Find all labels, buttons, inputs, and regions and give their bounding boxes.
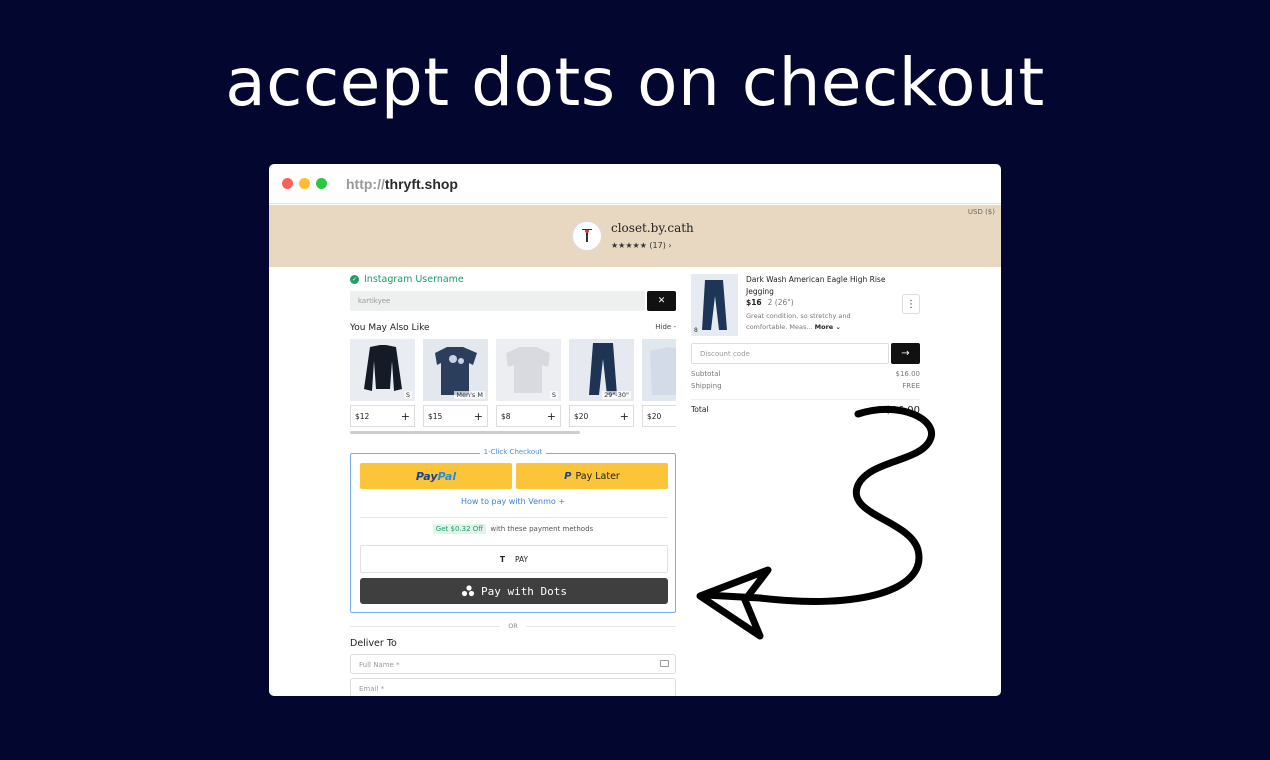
product-card[interactable]: S $12 +: [350, 339, 415, 427]
shop-banner: USD ($) closet.by.cath ★★★★★ (17) ›: [269, 205, 1001, 267]
size-tag: S: [549, 391, 558, 399]
instagram-row: kartikyee ✕: [350, 291, 676, 311]
product-image[interactable]: S: [350, 339, 415, 401]
close-icon[interactable]: ✕: [647, 291, 676, 311]
one-click-checkout: 1-Click Checkout PayPal P Pay Later How …: [350, 448, 676, 613]
also-like-heading: You May Also Like: [350, 323, 430, 333]
headline: accept dots on checkout: [225, 44, 1045, 121]
order-summary: 8 Dark Wash American Eagle High Rise Jeg…: [691, 274, 920, 416]
shop-logo-icon: [582, 229, 592, 242]
carousel-scrollbar[interactable]: [350, 431, 580, 434]
email-field[interactable]: Email *: [350, 678, 676, 696]
quantity-badge: 8: [694, 327, 698, 334]
product-card[interactable]: $20: [642, 339, 676, 427]
size-tag: Men's M: [454, 391, 485, 399]
one-click-legend: 1-Click Checkout: [351, 448, 675, 456]
pay-later-button[interactable]: P Pay Later: [516, 463, 668, 489]
shop-rating[interactable]: ★★★★★ (17) ›: [611, 241, 672, 250]
shop-avatar[interactable]: [572, 221, 602, 251]
cart-item-image[interactable]: 8: [691, 274, 738, 336]
paypal-row: PayPal P Pay Later: [360, 463, 668, 489]
maximize-window-icon[interactable]: [316, 178, 327, 189]
plus-icon[interactable]: +: [474, 410, 483, 423]
cart-item-price: $16 2 (26"): [746, 298, 794, 307]
browser-titlebar: http://thryft.shop: [269, 164, 1001, 204]
kebab-icon[interactable]: ⋮: [902, 294, 920, 314]
tpay-button[interactable]: T PAY: [360, 545, 668, 573]
close-window-icon[interactable]: [282, 178, 293, 189]
subtotal-row: Subtotal $16.00: [691, 370, 920, 378]
discount-line: Get $0.32 Off with these payment methods: [351, 524, 675, 534]
product-price: $15: [428, 411, 443, 421]
cart-item-description: Great condition, so stretchy and comfort…: [746, 312, 851, 331]
check-circle-icon: ✓: [350, 275, 359, 284]
product-image[interactable]: S: [496, 339, 561, 401]
instagram-label: ✓ Instagram Username: [350, 274, 464, 285]
price-row: $12 +: [350, 405, 415, 427]
total-row: Total $16.00: [691, 399, 920, 416]
paypal-logo: PayPal: [415, 469, 457, 483]
product-price: $20: [647, 411, 662, 421]
product-price: $8: [501, 411, 511, 421]
product-price: $20: [574, 411, 589, 421]
cart-item: 8 Dark Wash American Eagle High Rise Jeg…: [691, 274, 920, 336]
hide-button[interactable]: Hide -: [655, 323, 676, 333]
price-row: $20 +: [569, 405, 634, 427]
discount-code-input[interactable]: Discount code: [691, 343, 889, 364]
full-name-field[interactable]: Full Name *: [350, 654, 676, 674]
price-row: $20: [642, 405, 676, 427]
discount-badge: Get $0.32 Off: [432, 524, 487, 534]
checkout-left-column: ✓ Instagram Username kartikyee ✕ You May…: [350, 274, 676, 434]
product-card[interactable]: 29"-30" $20 +: [569, 339, 634, 427]
address-bar[interactable]: http://thryft.shop: [346, 176, 458, 192]
currency-selector[interactable]: USD ($): [968, 208, 995, 216]
product-card[interactable]: S $8 +: [496, 339, 561, 427]
shipping-row: Shipping FREE: [691, 382, 920, 390]
paypal-icon: P: [564, 470, 572, 482]
price-row: $8 +: [496, 405, 561, 427]
cart-item-title: Dark Wash American Eagle High Rise Jeggi…: [746, 275, 886, 296]
product-carousel[interactable]: S $12 + Men's M $15 + S $8 + 29"-30" $20…: [350, 339, 676, 427]
pay-with-dots-button[interactable]: Pay with Dots: [360, 578, 668, 604]
arrow-right-icon[interactable]: →: [891, 343, 920, 364]
minimize-window-icon[interactable]: [299, 178, 310, 189]
paypal-button[interactable]: PayPal: [360, 463, 512, 489]
venmo-link[interactable]: How to pay with Venmo +: [351, 497, 675, 506]
price-row: $15 +: [423, 405, 488, 427]
product-card[interactable]: Men's M $15 +: [423, 339, 488, 427]
discount-row: Discount code →: [691, 343, 920, 364]
deliver-heading: Deliver To: [350, 638, 397, 649]
instagram-username-input[interactable]: kartikyee: [350, 291, 645, 311]
plus-icon[interactable]: +: [401, 410, 410, 423]
dots-logo-icon: [461, 585, 475, 597]
product-image[interactable]: [642, 339, 676, 401]
product-image[interactable]: 29"-30": [569, 339, 634, 401]
plus-icon[interactable]: +: [620, 410, 629, 423]
also-like-header: You May Also Like Hide -: [350, 323, 676, 333]
divider: [360, 517, 668, 518]
plus-icon[interactable]: +: [547, 410, 556, 423]
more-link[interactable]: More ⌄: [815, 323, 841, 331]
card-icon: [660, 660, 669, 667]
size-tag: 29"-30": [602, 391, 631, 399]
product-image[interactable]: Men's M: [423, 339, 488, 401]
or-divider: OR: [350, 621, 677, 631]
product-price: $12: [355, 411, 370, 421]
size-tag: S: [403, 391, 412, 399]
browser-window: http://thryft.shop USD ($) closet.by.cat…: [269, 164, 1001, 696]
tpay-logo: T: [499, 554, 505, 564]
shop-name[interactable]: closet.by.cath: [611, 221, 694, 235]
